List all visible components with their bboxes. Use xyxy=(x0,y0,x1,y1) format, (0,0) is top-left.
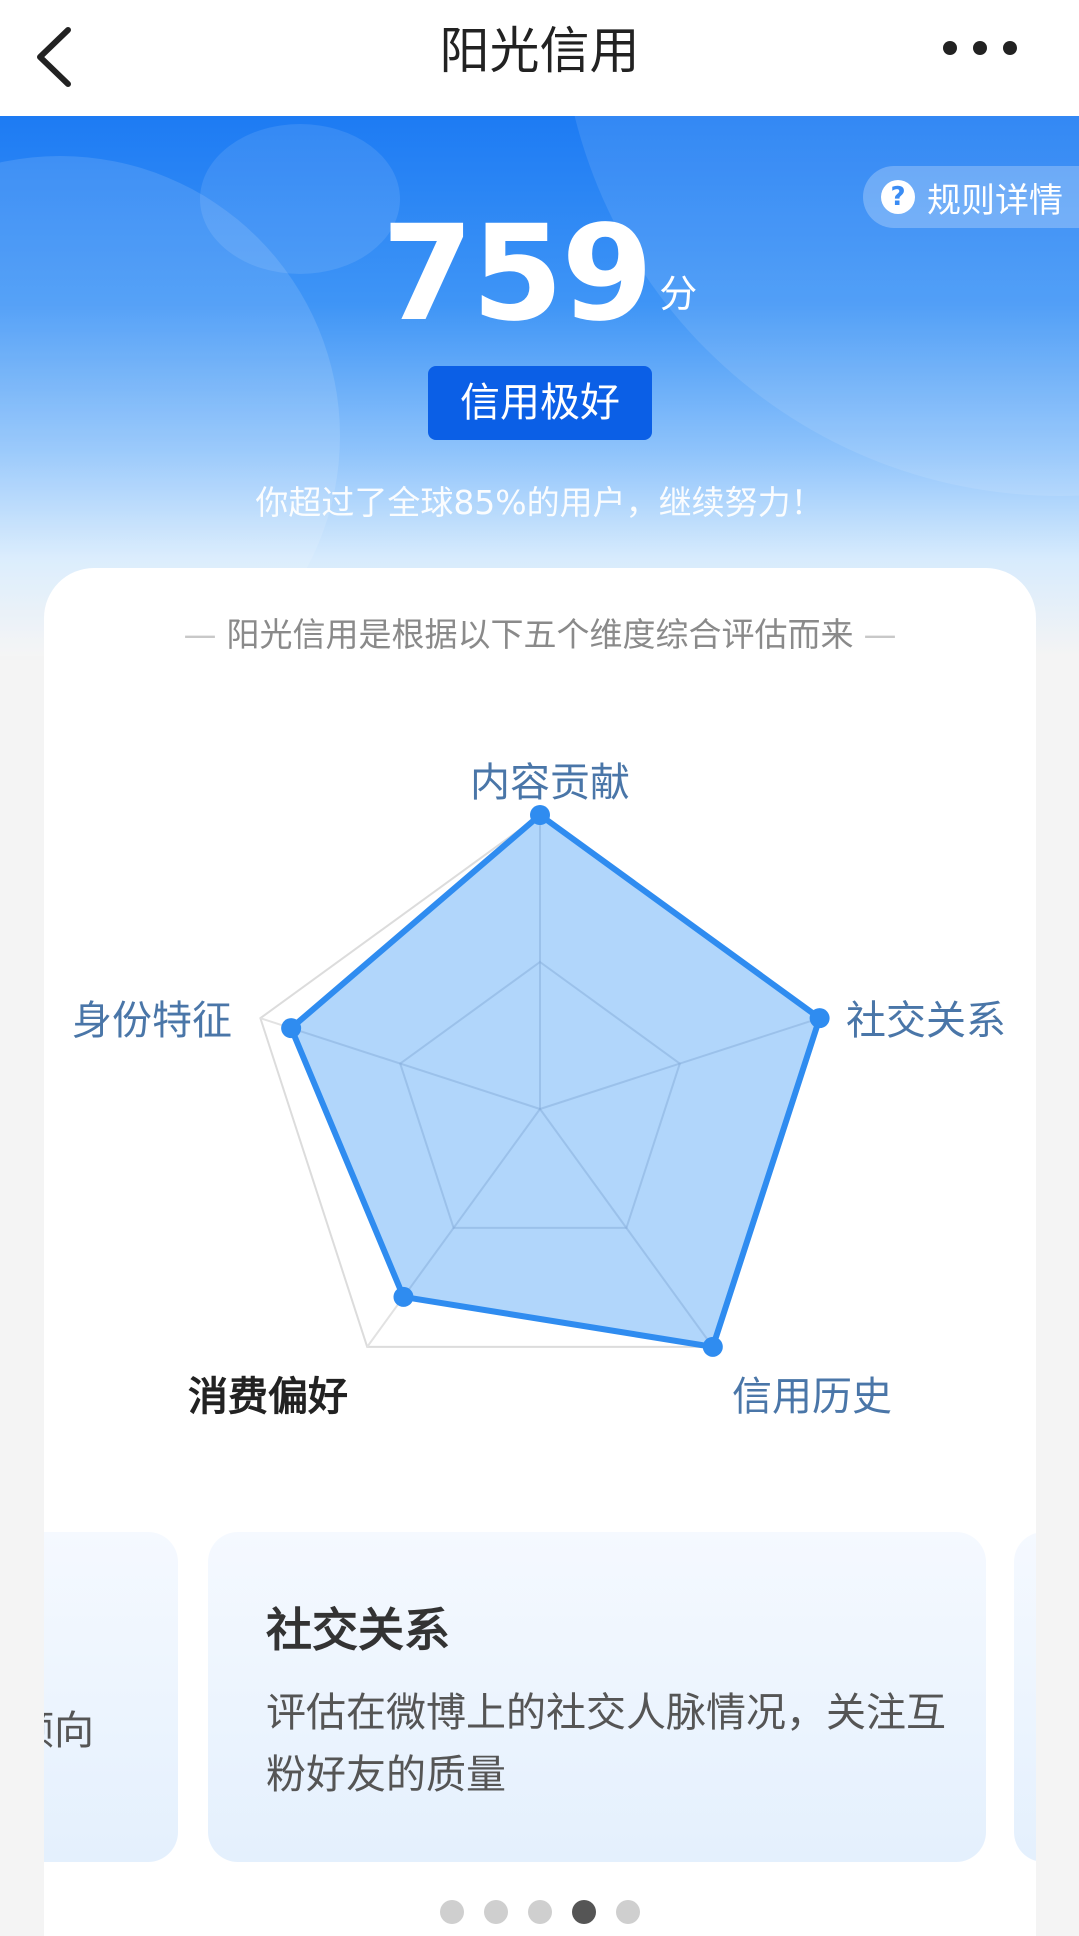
pagination-dot-active[interactable] xyxy=(572,1900,596,1924)
page-title: 阳光信用 xyxy=(439,22,640,80)
axis-label-content[interactable]: 内容贡献 xyxy=(470,750,630,808)
radar-data-area xyxy=(288,812,823,1350)
pagination-dot[interactable] xyxy=(528,1900,552,1924)
more-dots-icon xyxy=(943,41,1017,55)
axis-label-identity[interactable]: 身份特征 xyxy=(72,988,232,1046)
slide-prev-text: 倾向 xyxy=(44,1708,94,1754)
carousel-slide-next[interactable] xyxy=(1014,1532,1036,1862)
pagination-dot[interactable] xyxy=(484,1900,508,1924)
dimension-card: — 阳光信用是根据以下五个维度综合评估而来 — 内容贡献 社交关系 信用历史 消费偏… xyxy=(44,568,1036,1936)
score-unit: 分 xyxy=(659,272,698,316)
radar-point xyxy=(809,1008,830,1029)
carousel-pagination xyxy=(44,1900,1036,1928)
pagination-dot[interactable] xyxy=(440,1900,464,1924)
carousel-slide-current[interactable]: 社交关系 评估在微博上的社交人脉情况，关注互粉好友的质量 xyxy=(208,1532,986,1862)
credit-score: 759 xyxy=(381,197,654,351)
page: 阳光信用 ? 规则详情 759 分 信用极好 你超过了全球85%的用户，继续努力！… xyxy=(0,0,1079,1936)
radar-point xyxy=(281,1018,302,1039)
carousel-slide-prev[interactable]: 倾向 xyxy=(44,1532,178,1862)
credit-level-badge: 信用极好 xyxy=(428,366,652,440)
dimension-carousel[interactable]: 倾向 社交关系 评估在微博上的社交人脉情况，关注互粉好友的质量 xyxy=(44,1532,1036,1862)
radar-point xyxy=(702,1336,723,1357)
more-button[interactable] xyxy=(925,30,1035,86)
slide-description: 评估在微博上的社交人脉情况，关注互粉好友的质量 xyxy=(266,1690,946,1798)
radar-point xyxy=(393,1286,414,1307)
radar-point xyxy=(530,805,550,825)
slide-title: 社交关系 xyxy=(266,1603,450,1657)
navbar: 阳光信用 xyxy=(0,0,1079,116)
score-display: 759 分 xyxy=(0,204,1079,344)
axis-label-consumption[interactable]: 消费偏好 xyxy=(188,1364,348,1422)
axis-label-social[interactable]: 社交关系 xyxy=(846,988,1006,1046)
pagination-dot[interactable] xyxy=(616,1900,640,1924)
rank-text: 你超过了全球85%的用户，继续努力！ xyxy=(255,483,824,522)
axis-label-credit-history[interactable]: 信用历史 xyxy=(732,1364,892,1422)
